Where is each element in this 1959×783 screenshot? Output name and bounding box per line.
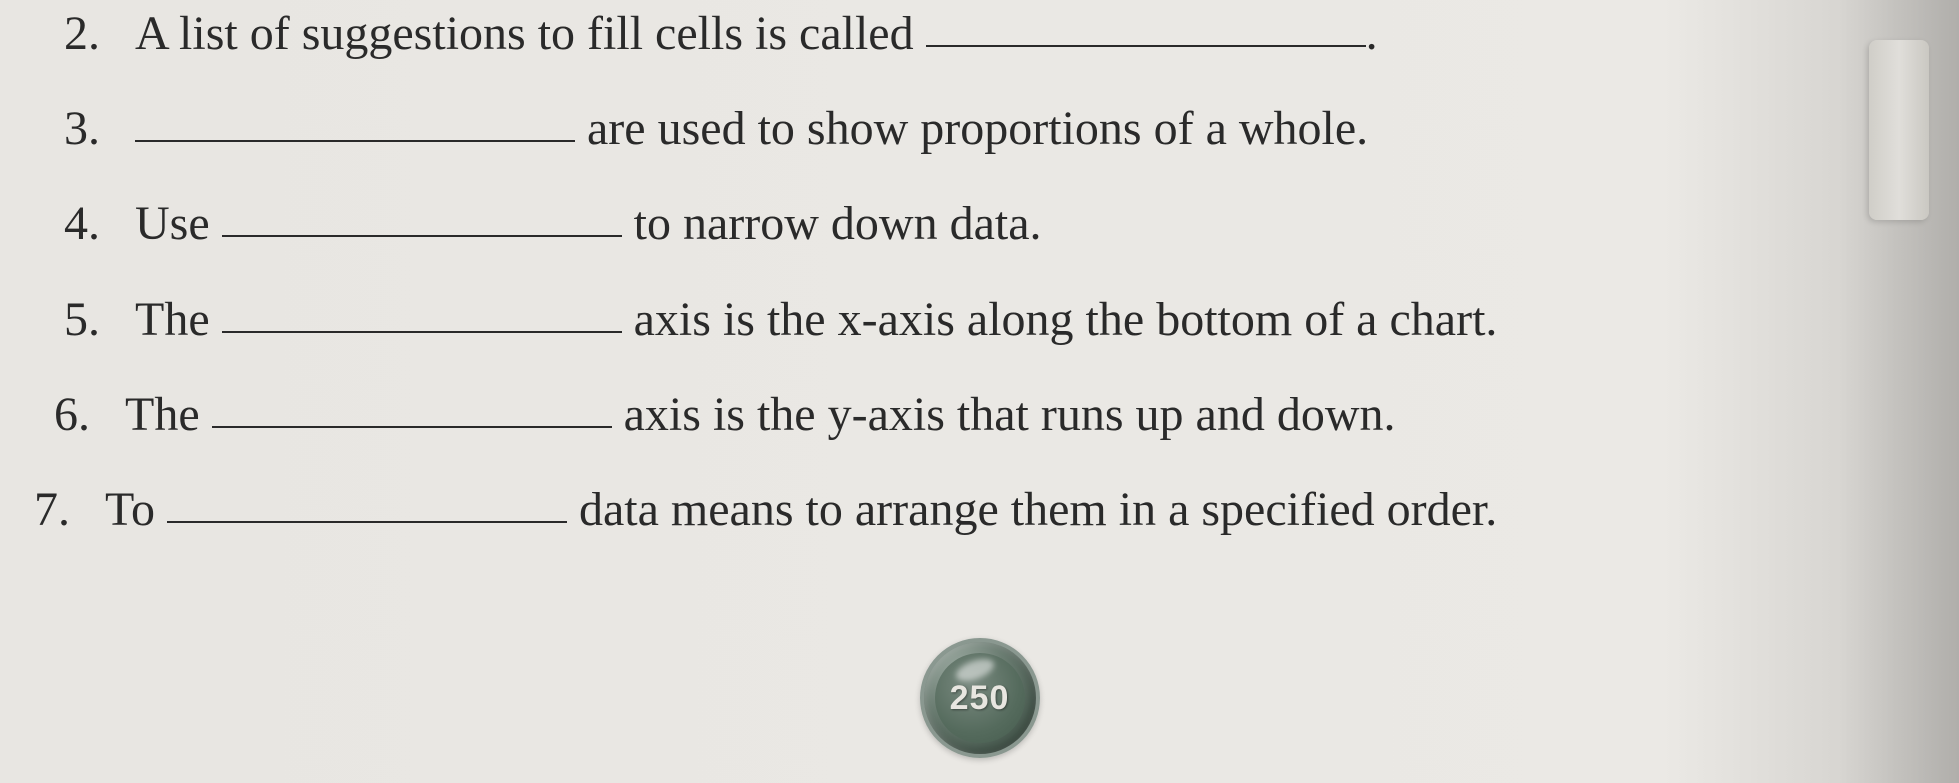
question-text-before: To <box>105 483 167 536</box>
page-number-badge: 250 <box>920 638 1040 758</box>
question-2: 2. A list of suggestions to fill cells is… <box>10 0 1929 67</box>
fill-blank[interactable] <box>926 6 1366 47</box>
question-text-after: . <box>1366 7 1378 60</box>
question-number: 4. <box>40 190 100 257</box>
fill-blank[interactable] <box>135 101 575 142</box>
fill-blank[interactable] <box>222 292 622 333</box>
question-4: 4. Use to narrow down data. <box>10 190 1929 257</box>
question-number: 3. <box>40 95 100 162</box>
question-text-after: data means to arrange them in a specifie… <box>567 483 1497 536</box>
question-5: 5. The axis is the x-axis along the botto… <box>10 286 1929 353</box>
page-number-inner: 250 <box>935 653 1025 743</box>
question-text-after: axis is the x-axis along the bottom of a… <box>622 293 1498 346</box>
question-number: 5. <box>40 286 100 353</box>
question-7: 7. To data means to arrange them in a spe… <box>10 476 1929 543</box>
question-6: 6. The axis is the y-axis that runs up an… <box>10 381 1929 448</box>
binder-edge <box>1869 40 1929 220</box>
question-3: 3. are used to show proportions of a who… <box>10 95 1929 162</box>
question-text-before: Use <box>135 197 222 250</box>
question-text-before: The <box>125 388 212 441</box>
question-text-after: to narrow down data. <box>622 197 1042 250</box>
fill-blank[interactable] <box>212 387 612 428</box>
fill-blank[interactable] <box>167 482 567 523</box>
page-content: 2. A list of suggestions to fill cells is… <box>0 0 1959 543</box>
question-text-after: axis is the y-axis that runs up and down… <box>612 388 1396 441</box>
page-number: 250 <box>950 679 1010 718</box>
question-number: 6. <box>30 381 90 448</box>
question-text-after: are used to show proportions of a whole. <box>575 102 1368 155</box>
question-text-before: A list of suggestions to fill cells is c… <box>135 7 926 60</box>
question-text-before: The <box>135 293 222 346</box>
question-number: 7. <box>10 476 70 543</box>
question-number: 2. <box>40 0 100 67</box>
fill-blank[interactable] <box>222 197 622 238</box>
